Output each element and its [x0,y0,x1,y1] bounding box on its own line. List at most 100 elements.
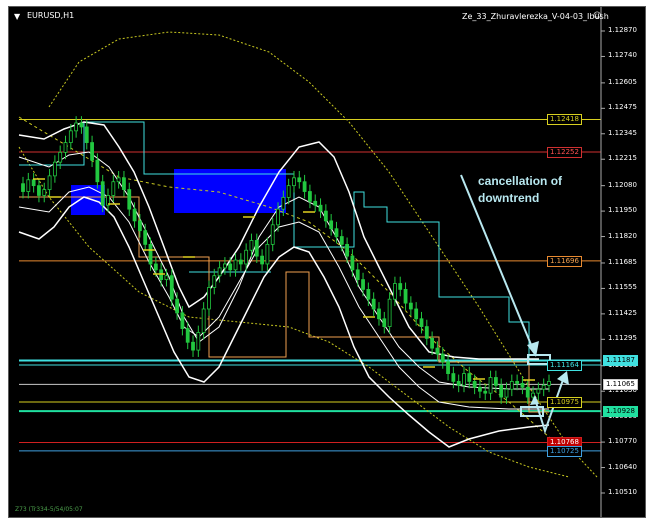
candle-body [37,185,41,196]
candle-body [345,243,350,257]
candle-body [42,189,47,196]
blue-zone-box [174,169,286,213]
price-axis-label: 1.12215 [608,154,637,163]
candle-body [47,175,52,190]
candle-body [84,126,89,143]
candle-body [228,263,233,271]
price-line-label: 1.12418 [547,114,582,126]
candle-body [361,279,365,290]
price-axis-label: 1.12740 [608,51,637,60]
candle-body [31,179,36,187]
chart-window[interactable]: ▼ EURUSD,H1 Ze_33_Zhuravlerezka_V-04-03_… [8,6,646,518]
candle-body [440,353,445,363]
candle-body [499,384,504,398]
candle-body [371,298,376,310]
price-axis-label: 1.11950 [608,206,637,215]
price-axis-label: 1.11555 [608,283,637,292]
price-axis-label: 1.11685 [608,257,637,266]
price-line-label: 1.11164 [547,359,582,371]
candle-body [424,326,429,339]
candle-body [52,161,57,177]
candle-body [249,240,254,251]
price-axis-label: 1.12080 [608,180,637,189]
candle-body [313,200,318,206]
candle-body [446,361,450,374]
candle-body [292,177,296,187]
candle-body [504,388,509,398]
candle-body [520,382,525,388]
price-line-label: 1.12252 [547,146,582,158]
candle-body [212,275,217,288]
candle-body [175,298,179,314]
candle-body [308,191,312,202]
price-line-label: 1.10725 [547,445,582,457]
candle-body [531,392,535,398]
candle-body [26,179,31,192]
price-line-label: 1.10928 [603,406,638,418]
candle-body [191,341,195,351]
price-axis-label: 1.11425 [608,308,637,317]
price-line-label: 1.10975 [547,396,582,408]
candle-body [488,377,493,394]
candle-body [318,204,323,212]
candle-body [456,381,461,386]
candle-body [483,390,488,394]
candle-body [339,236,344,245]
candle-body [185,328,190,343]
price-line-label: 1.11065 [603,379,638,391]
footer-label: Z73 (Tr334-5/54/05:07 [15,506,83,513]
candle-body [21,183,25,192]
candle-body [302,181,307,192]
candle-body [222,263,227,269]
candle-body [233,259,238,271]
candle-body [68,130,73,143]
candle-body [414,308,419,320]
price-axis-label: 1.12870 [608,26,637,34]
indicator-label: Ze_33_Zhuravlerezka_V-04-03_Ibush [462,12,609,21]
yellow-midline [18,116,570,448]
candle-body [297,177,302,183]
candle-body [403,289,408,304]
candle-body [408,302,413,310]
candle-body [127,189,132,210]
candle-body [472,381,477,388]
candle-body [164,275,169,281]
candle-body [451,373,456,382]
price-axis[interactable]: 1.12870 1.12740 1.12605 1.12475 1.12345 1.122… [601,7,645,517]
price-axis-label: 1.11820 [608,231,637,240]
price-axis-label: 1.12345 [608,128,637,137]
candle-body [74,122,79,132]
candle-body [515,381,520,384]
price-line-label: 1.11187 [603,355,638,367]
chart-menu-arrow-icon[interactable]: ▼ [14,12,20,21]
zigzag-arrowhead [557,371,569,385]
candle-body [536,388,541,394]
candle-body [244,249,249,265]
annotation-line1: cancellation of [478,174,563,188]
price-axis-label: 1.10640 [608,462,637,471]
price-line-label: 1.11696 [547,255,582,267]
cyan-step-line [19,121,549,365]
white-band-lower [18,196,550,448]
candle-body [547,381,551,386]
candle-body [419,318,424,328]
candle-body [398,283,403,290]
candle-body [116,177,121,183]
candle-body [382,318,387,328]
candle-body [493,377,498,386]
candle-body [467,373,472,382]
candle-body [95,159,100,183]
price-axis-label: 1.10510 [608,488,637,496]
candle-body [276,208,280,226]
candle-body [541,384,546,390]
candle-body [148,243,153,265]
candle-body [63,142,68,153]
candle-body [435,347,440,355]
candle-body [238,259,243,265]
candle-body [334,228,339,237]
candle-body [254,240,259,257]
candle-body [377,308,381,320]
candle-body [366,289,371,300]
candle-body [79,122,84,128]
candle-body [329,220,334,230]
